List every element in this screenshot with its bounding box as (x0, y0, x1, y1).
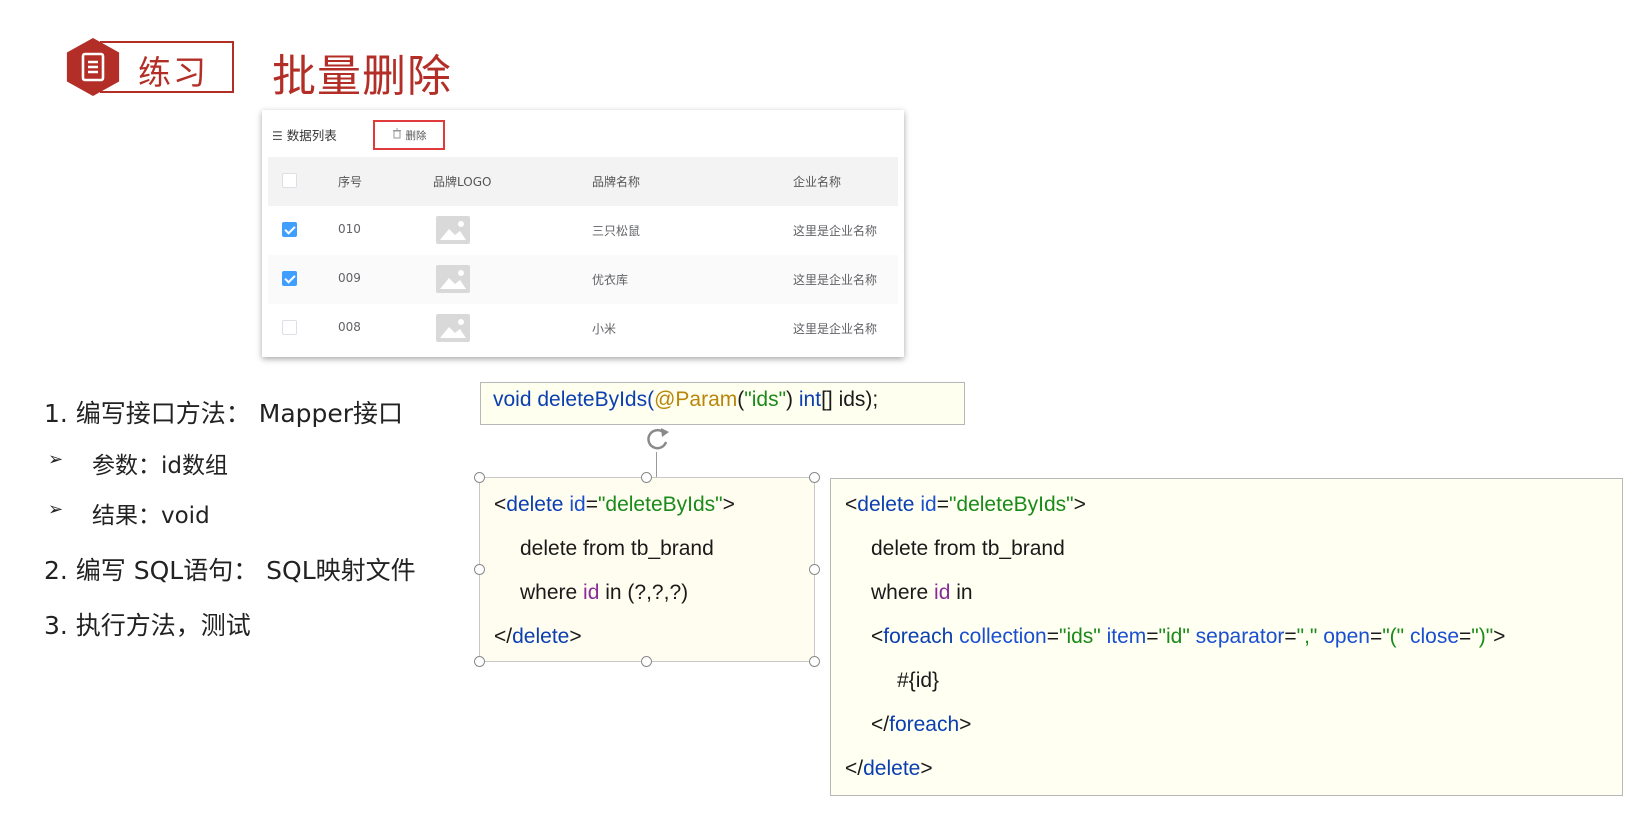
delete-button[interactable]: 删除 (373, 120, 445, 150)
code-line: </foreach> (871, 713, 972, 736)
code-sig-rest: [] ids); (821, 388, 879, 411)
code-line: </delete> (845, 757, 933, 780)
code-line: delete from tb_brand (871, 537, 1065, 560)
row-company: 这里是企业名称 (793, 322, 878, 336)
code-annotation: @Param (654, 388, 738, 411)
table-toolbar: ☰ 数据列表 删除 (272, 110, 892, 154)
row-brand: 三只松鼠 (592, 224, 641, 238)
bullet-arrow-icon: ➢ (48, 449, 64, 470)
table-row: 010 三只松鼠 这里是企业名称 (268, 206, 898, 255)
row-index: 010 (338, 222, 361, 236)
step-1-param: 参数：id数组 (92, 453, 228, 479)
resize-handle[interactable] (474, 564, 485, 575)
resize-handle[interactable] (809, 564, 820, 575)
code-in-list: in (?,?,?) (605, 581, 689, 604)
data-list-label: ☰ 数据列表 (272, 125, 337, 144)
resize-handle[interactable] (641, 656, 652, 667)
rotate-handle-icon[interactable] (643, 424, 673, 456)
resize-handle[interactable] (474, 656, 485, 667)
row-brand: 小米 (592, 322, 617, 336)
col-header-logo: 品牌LOGO (433, 175, 492, 189)
code-line: #{id} (897, 669, 940, 692)
badge-label: 练习 (138, 53, 208, 92)
code-line: <foreach collection="ids" item="id" sepa… (871, 625, 1506, 648)
sql-foreach-box: <delete id="deleteByIds"> delete from tb… (830, 478, 1623, 796)
code-line: where id in (871, 581, 973, 604)
bullet-arrow-icon: ➢ (48, 499, 64, 520)
code-line: </delete> (494, 625, 582, 648)
code-line: delete from tb_brand (520, 537, 714, 560)
row-index: 009 (338, 271, 361, 285)
step-2: 2. 编写 SQL语句： SQL映射文件 (44, 556, 416, 585)
trash-icon (392, 128, 402, 142)
slide-title: 批量删除 (272, 51, 452, 102)
data-list-text: 数据列表 (286, 128, 337, 143)
code-line: where id in (?,?,?) (520, 581, 689, 604)
table-row: 008 小米 这里是企业名称 (268, 304, 898, 353)
step-3: 3. 执行方法，测试 (44, 611, 251, 640)
resize-handle[interactable] (474, 472, 485, 483)
code-void: void (493, 388, 532, 411)
exercise-badge: 练习 (64, 38, 234, 96)
resize-handle[interactable] (809, 472, 820, 483)
row-company: 这里是企业名称 (793, 273, 878, 287)
col-header-brand: 品牌名称 (592, 175, 641, 189)
brand-data-table: ☰ 数据列表 删除 序号 品牌LOGO 品牌名称 企业名称 010 三只松鼠 这里… (262, 110, 904, 357)
row-company: 这里是企业名称 (793, 224, 878, 238)
image-placeholder-icon (436, 216, 470, 244)
table-header-row: 序号 品牌LOGO 品牌名称 企业名称 (268, 157, 898, 206)
rotate-connector (656, 452, 657, 478)
select-all-checkbox[interactable] (282, 173, 297, 188)
row-checkbox[interactable] (282, 222, 297, 237)
code-line: <delete id="deleteByIds"> (845, 493, 1086, 516)
row-checkbox[interactable] (282, 320, 297, 335)
resize-handle[interactable] (641, 472, 652, 483)
step-1-result: 结果：void (92, 503, 210, 529)
list-icon: ☰ (272, 129, 283, 143)
delete-button-label: 删除 (405, 129, 427, 142)
method-signature-box: void deleteByIds(@Param("ids") int[] ids… (480, 382, 965, 425)
row-checkbox[interactable] (282, 271, 297, 286)
col-header-index: 序号 (338, 175, 363, 189)
code-line: <delete id="deleteByIds"> (494, 493, 735, 516)
col-header-company: 企业名称 (793, 175, 842, 189)
code-method: deleteByIds( (537, 388, 655, 411)
code-int: int (798, 388, 822, 411)
sql-simple-box[interactable]: <delete id="deleteByIds"> delete from tb… (479, 477, 815, 662)
code-param-name: "ids" (744, 388, 787, 411)
step-1: 1. 编写接口方法： Mapper接口 (44, 399, 404, 428)
resize-handle[interactable] (809, 656, 820, 667)
row-brand: 优衣库 (592, 273, 629, 287)
image-placeholder-icon (436, 314, 470, 342)
image-placeholder-icon (436, 265, 470, 293)
table-row: 009 优衣库 这里是企业名称 (268, 255, 898, 304)
row-index: 008 (338, 320, 361, 334)
